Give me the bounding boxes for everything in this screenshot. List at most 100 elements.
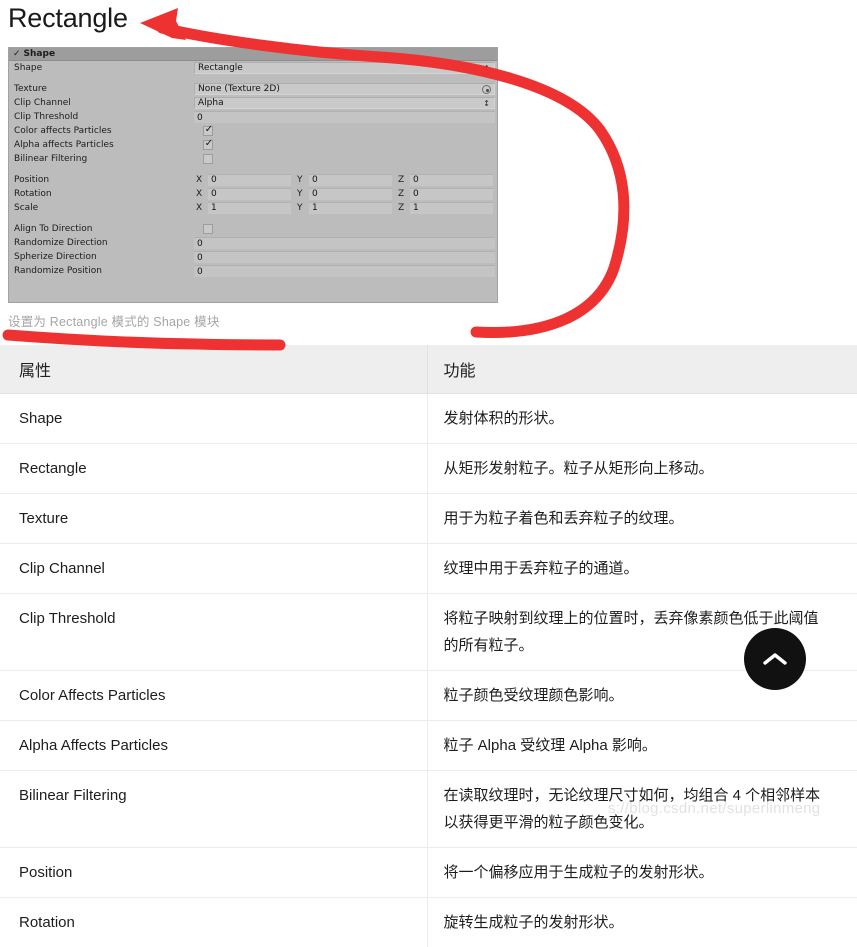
align-to-direction-checkbox[interactable] (203, 224, 213, 234)
table-cell-description: 将一个偏移应用于生成粒子的发射形状。 (427, 848, 857, 898)
inspector-label-clip-channel: Clip Channel (9, 98, 194, 108)
rotation-x-input[interactable]: 0 (208, 188, 291, 200)
clip-channel-dropdown[interactable]: Alpha ↕ (194, 97, 495, 109)
table-cell-property: Clip Threshold (0, 594, 427, 671)
inspector-row-clip-channel[interactable]: Clip Channel Alpha ↕ (9, 96, 497, 110)
clip-channel-value: Alpha (198, 98, 224, 108)
table-header-function: 功能 (427, 345, 857, 394)
inspector-label-clip-threshold: Clip Threshold (9, 112, 194, 122)
rotation-y-input[interactable]: 0 (309, 188, 392, 200)
inspector-label-randomize-direction: Randomize Direction (9, 238, 194, 248)
shape-dropdown[interactable]: Rectangle ↕ (194, 62, 495, 74)
position-x-input[interactable]: 0 (208, 174, 291, 186)
inspector-row-randomize-position[interactable]: Randomize Position 0 (9, 264, 497, 278)
table-cell-property: Position (0, 848, 427, 898)
inspector-label-alpha-affects: Alpha affects Particles (9, 140, 194, 150)
inspector-label-rotation: Rotation (9, 189, 194, 199)
inspector-label-spherize-direction: Spherize Direction (9, 252, 194, 262)
shape-module-header[interactable]: ✓ Shape (9, 48, 497, 61)
inspector-label-scale: Scale (9, 203, 194, 213)
spherize-direction-value: 0 (197, 253, 203, 263)
table-cell-property: Texture (0, 494, 427, 544)
axis-label-x: X (194, 189, 208, 199)
table-row: Rectangle从矩形发射粒子。粒子从矩形向上移动。 (0, 444, 857, 494)
inspector-label-shape: Shape (9, 63, 194, 73)
inspector-row-bilinear-filtering[interactable]: Bilinear Filtering (9, 152, 497, 166)
chevron-updown-icon: ↕ (483, 98, 490, 110)
page-title: Rectangle (8, 1, 128, 35)
table-row: Position将一个偏移应用于生成粒子的发射形状。 (0, 848, 857, 898)
table-cell-description: 从矩形发射粒子。粒子从矩形向上移动。 (427, 444, 857, 494)
inspector-row-randomize-direction[interactable]: Randomize Direction 0 (9, 236, 497, 250)
position-z-input[interactable]: 0 (410, 174, 493, 186)
inspector-label-bilinear-filtering: Bilinear Filtering (9, 154, 194, 164)
randomize-direction-input[interactable]: 0 (194, 237, 495, 249)
color-affects-particles-checkbox[interactable] (203, 126, 213, 136)
inspector-row-texture[interactable]: Texture None (Texture 2D) (9, 82, 497, 96)
axis-label-y: Y (295, 175, 309, 185)
annotation-arrowhead (140, 8, 186, 40)
inspector-row-position[interactable]: Position X 0 Y 0 Z 0 (9, 173, 497, 187)
axis-label-x: X (194, 203, 208, 213)
axis-label-z: Z (396, 189, 410, 199)
table-cell-property: Clip Channel (0, 544, 427, 594)
table-cell-property: Rectangle (0, 444, 427, 494)
table-row: Clip Channel纹理中用于丢弃粒子的通道。 (0, 544, 857, 594)
scale-z-input[interactable]: 1 (410, 202, 493, 214)
shape-module-title: Shape (24, 49, 56, 59)
axis-label-z: Z (396, 175, 410, 185)
table-cell-description: 发射体积的形状。 (427, 394, 857, 444)
scale-y-input[interactable]: 1 (309, 202, 392, 214)
scroll-to-top-button[interactable] (744, 628, 806, 690)
clip-threshold-input[interactable]: 0 (194, 111, 495, 123)
randomize-direction-value: 0 (197, 239, 203, 249)
rotation-z-input[interactable]: 0 (410, 188, 493, 200)
inspector-spacer-1 (9, 75, 497, 82)
inspector-row-rotation[interactable]: Rotation X 0 Y 0 Z 0 (9, 187, 497, 201)
table-cell-description: 旋转生成粒子的发射形状。 (427, 898, 857, 947)
inspector-row-clip-threshold[interactable]: Clip Threshold 0 (9, 110, 497, 124)
inspector-row-alpha-affects[interactable]: Alpha affects Particles (9, 138, 497, 152)
scale-x-input[interactable]: 1 (208, 202, 291, 214)
table-row: Alpha Affects Particles粒子 Alpha 受纹理 Alph… (0, 721, 857, 771)
table-row: Shape发射体积的形状。 (0, 394, 857, 444)
table-cell-description: 用于为粒子着色和丢弃粒子的纹理。 (427, 494, 857, 544)
spherize-direction-input[interactable]: 0 (194, 251, 495, 263)
chevron-updown-icon: ↕ (483, 63, 490, 75)
shape-dropdown-value: Rectangle (198, 63, 243, 73)
chevron-up-icon (762, 651, 788, 667)
table-cell-property: Bilinear Filtering (0, 771, 427, 848)
table-header-property: 属性 (0, 345, 427, 394)
inspector-label-randomize-position: Randomize Position (9, 266, 194, 276)
table-cell-description: 粒子 Alpha 受纹理 Alpha 影响。 (427, 721, 857, 771)
inspector-row-shape[interactable]: Shape Rectangle ↕ (9, 61, 497, 75)
table-cell-property: Shape (0, 394, 427, 444)
inspector-row-align-to-direction[interactable]: Align To Direction (9, 222, 497, 236)
inspector-label-color-affects: Color affects Particles (9, 126, 194, 136)
inspector-label-texture: Texture (9, 84, 194, 94)
table-row: Rotation旋转生成粒子的发射形状。 (0, 898, 857, 947)
table-row: Clip Threshold将粒子映射到纹理上的位置时，丢弃像素颜色低于此阈值的… (0, 594, 857, 671)
table-row: Color Affects Particles粒子颜色受纹理颜色影响。 (0, 671, 857, 721)
alpha-affects-particles-checkbox[interactable] (203, 140, 213, 150)
table-cell-property: Color Affects Particles (0, 671, 427, 721)
annotation-underline (8, 335, 280, 345)
check-icon: ✓ (13, 50, 21, 59)
texture-object-value: None (Texture 2D) (198, 84, 280, 94)
texture-object-field[interactable]: None (Texture 2D) (194, 83, 495, 95)
position-y-input[interactable]: 0 (309, 174, 392, 186)
table-cell-property: Alpha Affects Particles (0, 721, 427, 771)
unity-inspector-screenshot: ✓ Shape Shape Rectangle ↕ Texture None (… (8, 47, 498, 303)
watermark-text: s://blog.csdn.net/superlinmeng (608, 800, 820, 817)
table-cell-property: Rotation (0, 898, 427, 947)
axis-label-z: Z (396, 203, 410, 213)
clip-threshold-value: 0 (197, 113, 203, 123)
table-cell-description: 纹理中用于丢弃粒子的通道。 (427, 544, 857, 594)
inspector-label-position: Position (9, 175, 194, 185)
inspector-row-scale[interactable]: Scale X 1 Y 1 Z 1 (9, 201, 497, 215)
inspector-row-spherize-direction[interactable]: Spherize Direction 0 (9, 250, 497, 264)
bilinear-filtering-checkbox[interactable] (203, 154, 213, 164)
randomize-position-input[interactable]: 0 (194, 265, 495, 277)
object-picker-icon[interactable] (482, 85, 491, 94)
inspector-row-color-affects[interactable]: Color affects Particles (9, 124, 497, 138)
